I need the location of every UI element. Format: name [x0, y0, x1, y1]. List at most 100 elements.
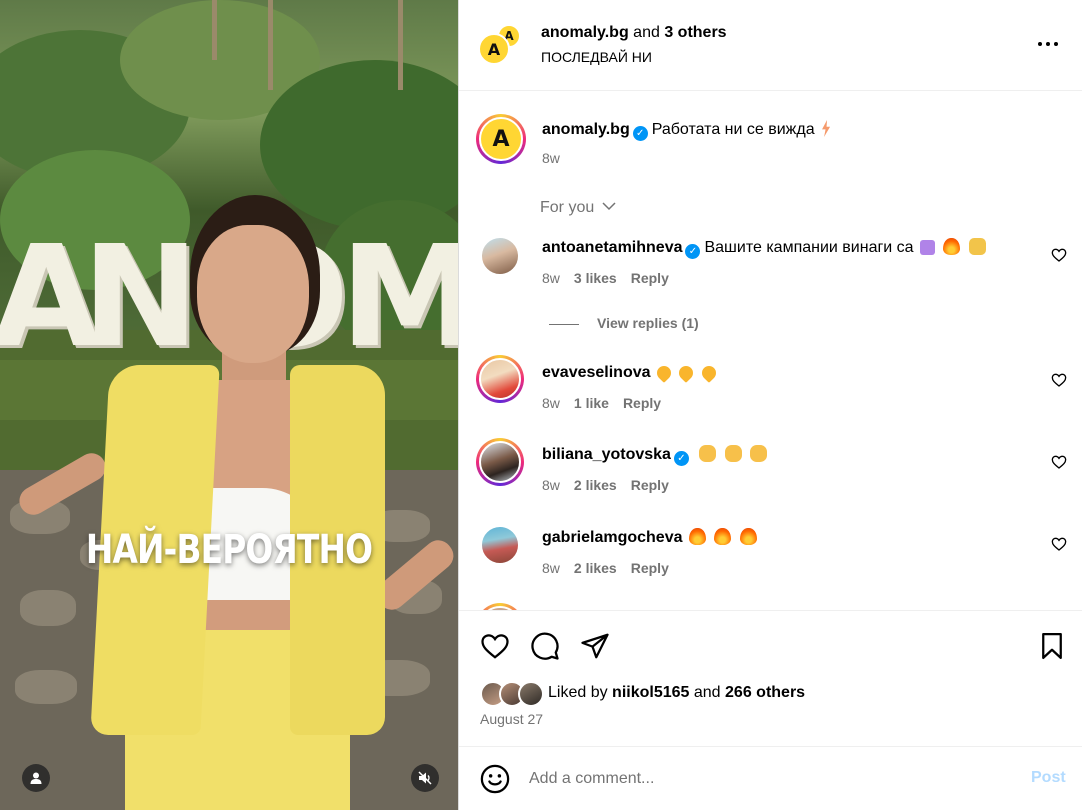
add-comment-bar: Post: [459, 746, 1082, 810]
comment-input[interactable]: [529, 765, 1009, 793]
smiley-icon[interactable]: [480, 764, 510, 794]
post-subtitle: ПОСЛЕДВАЙ НИ: [541, 49, 652, 65]
caption-username-link[interactable]: anomaly.bg: [542, 121, 630, 138]
liked-by-prefix: Liked by: [548, 684, 608, 701]
commenter-avatar[interactable]: [476, 355, 524, 403]
commenter-avatar[interactable]: [479, 524, 521, 566]
fence-post: [268, 0, 273, 90]
comment-timestamp: 8w: [542, 560, 560, 576]
sign-letter: M: [340, 216, 458, 379]
liked-by-others-link[interactable]: 266 others: [725, 684, 805, 701]
view-replies-label: View replies (1): [597, 315, 699, 331]
mute-icon: [418, 771, 432, 785]
comment-likes-link[interactable]: 2 likes: [574, 477, 617, 493]
verified-badge-icon: ✓: [632, 126, 648, 141]
comment-meta: 8w 1 like Reply: [542, 395, 675, 411]
comment-sort-dropdown[interactable]: For you: [540, 199, 616, 217]
commenter-username-link[interactable]: biliana_yotovska: [542, 446, 671, 463]
logo-letter: A: [492, 126, 510, 152]
commenter-avatar[interactable]: [479, 235, 521, 277]
yellow-heart-emoji-icon: [676, 363, 697, 383]
commenter-avatar[interactable]: [476, 438, 524, 486]
author-avatar[interactable]: A: [478, 33, 510, 65]
post-side-panel: A A anomaly.bg and 3 others ПОСЛЕДВАЙ НИ…: [458, 0, 1082, 810]
video-caption-overlay: НАЙ-ВЕРОЯТНО: [85, 527, 373, 573]
comment-icon[interactable]: [530, 631, 560, 661]
commenter-username-link[interactable]: gabrielamgocheva: [542, 529, 683, 546]
comment-like-heart-icon[interactable]: [1051, 536, 1067, 552]
caption-body: Работата ни се вижда: [651, 121, 815, 138]
post-date[interactable]: August 27: [480, 711, 543, 727]
reply-button[interactable]: Reply: [631, 270, 669, 286]
sign-letter: N: [82, 216, 204, 379]
fire-emoji-icon: [688, 528, 706, 545]
top-emoji-icon: [920, 240, 936, 255]
reply-button[interactable]: Reply: [631, 560, 669, 576]
logo-letter: A: [487, 39, 501, 59]
comment-timestamp: 8w: [542, 270, 560, 286]
comment-likes-link[interactable]: 1 like: [574, 395, 609, 411]
post-media[interactable]: A N O M НАЙ-ВЕРОЯТНО: [0, 0, 458, 810]
comment-like-heart-icon[interactable]: [1051, 454, 1067, 470]
caption-text: anomaly.bg ✓ Работата ни се вижда: [542, 119, 833, 141]
reply-button[interactable]: Reply: [623, 395, 661, 411]
author-username-link[interactable]: anomaly.bg: [541, 24, 629, 41]
commenter-avatar[interactable]: [476, 603, 524, 610]
verified-badge-icon: ✓: [685, 244, 701, 259]
commenter-username-link[interactable]: evaveselinova: [542, 364, 651, 381]
post-actions-bar: Liked by niikol5165 and 266 others Augus…: [459, 610, 1082, 746]
liked-by-joiner: and: [693, 684, 721, 701]
yellow-heart-emoji-icon: [698, 363, 719, 383]
lightning-emoji-icon: [822, 120, 831, 137]
fire-emoji-icon: [739, 528, 757, 545]
mute-button[interactable]: [411, 764, 439, 792]
liked-by-text: Liked by niikol5165 and 266 others: [548, 684, 805, 702]
liked-by-user-link[interactable]: niikol5165: [612, 684, 689, 701]
fence-post: [212, 0, 217, 60]
tagged-users-button[interactable]: [22, 764, 50, 792]
caption-timestamp: 8w: [542, 150, 560, 166]
fire-emoji-icon: [714, 528, 732, 545]
replies-divider: [549, 323, 579, 325]
yellow-heart-emoji-icon: [654, 363, 674, 383]
comment-text: evaveselinova: [542, 362, 719, 384]
more-icon[interactable]: [1036, 36, 1060, 52]
share-icon[interactable]: [580, 631, 610, 661]
comment-meta: 8w 2 likes Reply: [542, 560, 683, 576]
comment-timestamp: 8w: [542, 477, 560, 493]
fence-post: [398, 0, 403, 90]
comments-section[interactable]: A anomaly.bg ✓ Работата ни се вижда 8w For…: [459, 91, 1082, 610]
post-comment-button[interactable]: Post: [1031, 769, 1066, 787]
comment-text: antoanetamihneva ✓ Вашите кампании винаги …: [542, 237, 988, 259]
comment-likes-link[interactable]: 2 likes: [574, 560, 617, 576]
liked-by-avatars[interactable]: [480, 681, 546, 707]
sort-label: For you: [540, 199, 595, 216]
comment-text: gabrielamgocheva: [542, 527, 759, 549]
authors-joiner: and: [633, 24, 660, 41]
post-header: A A anomaly.bg and 3 others ПОСЛЕДВАЙ НИ: [459, 0, 1082, 91]
commenter-username-link[interactable]: antoanetamihneva: [542, 239, 682, 256]
view-replies-button[interactable]: View replies (1): [549, 315, 699, 331]
post-authors: anomaly.bg and 3 others: [541, 24, 727, 42]
comment-timestamp: 8w: [542, 395, 560, 411]
comment-like-heart-icon[interactable]: [1051, 372, 1067, 388]
fire-emoji-icon: [943, 238, 961, 255]
raised-hands-emoji-icon: [968, 238, 986, 255]
comment-body: Вашите кампании винаги са: [704, 239, 914, 256]
heart-icon[interactable]: [480, 631, 510, 661]
comment-meta: 8w 2 likes Reply: [542, 477, 683, 493]
caption-author-avatar[interactable]: A: [476, 114, 526, 164]
comment-text: biliana_yotovska ✓: [542, 444, 769, 466]
comment-like-heart-icon[interactable]: [1051, 247, 1067, 263]
other-authors-link[interactable]: 3 others: [664, 24, 726, 41]
clapping-emoji-icon: [699, 445, 717, 462]
comment-meta: 8w 3 likes Reply: [542, 270, 683, 286]
comment-likes-link[interactable]: 3 likes: [574, 270, 617, 286]
clapping-emoji-icon: [750, 445, 768, 462]
reply-button[interactable]: Reply: [631, 477, 669, 493]
user-icon: [30, 772, 42, 784]
bookmark-icon[interactable]: [1037, 631, 1067, 661]
chevron-down-icon: [602, 202, 616, 211]
person-face: [197, 225, 309, 363]
verified-badge-icon: ✓: [673, 451, 689, 466]
